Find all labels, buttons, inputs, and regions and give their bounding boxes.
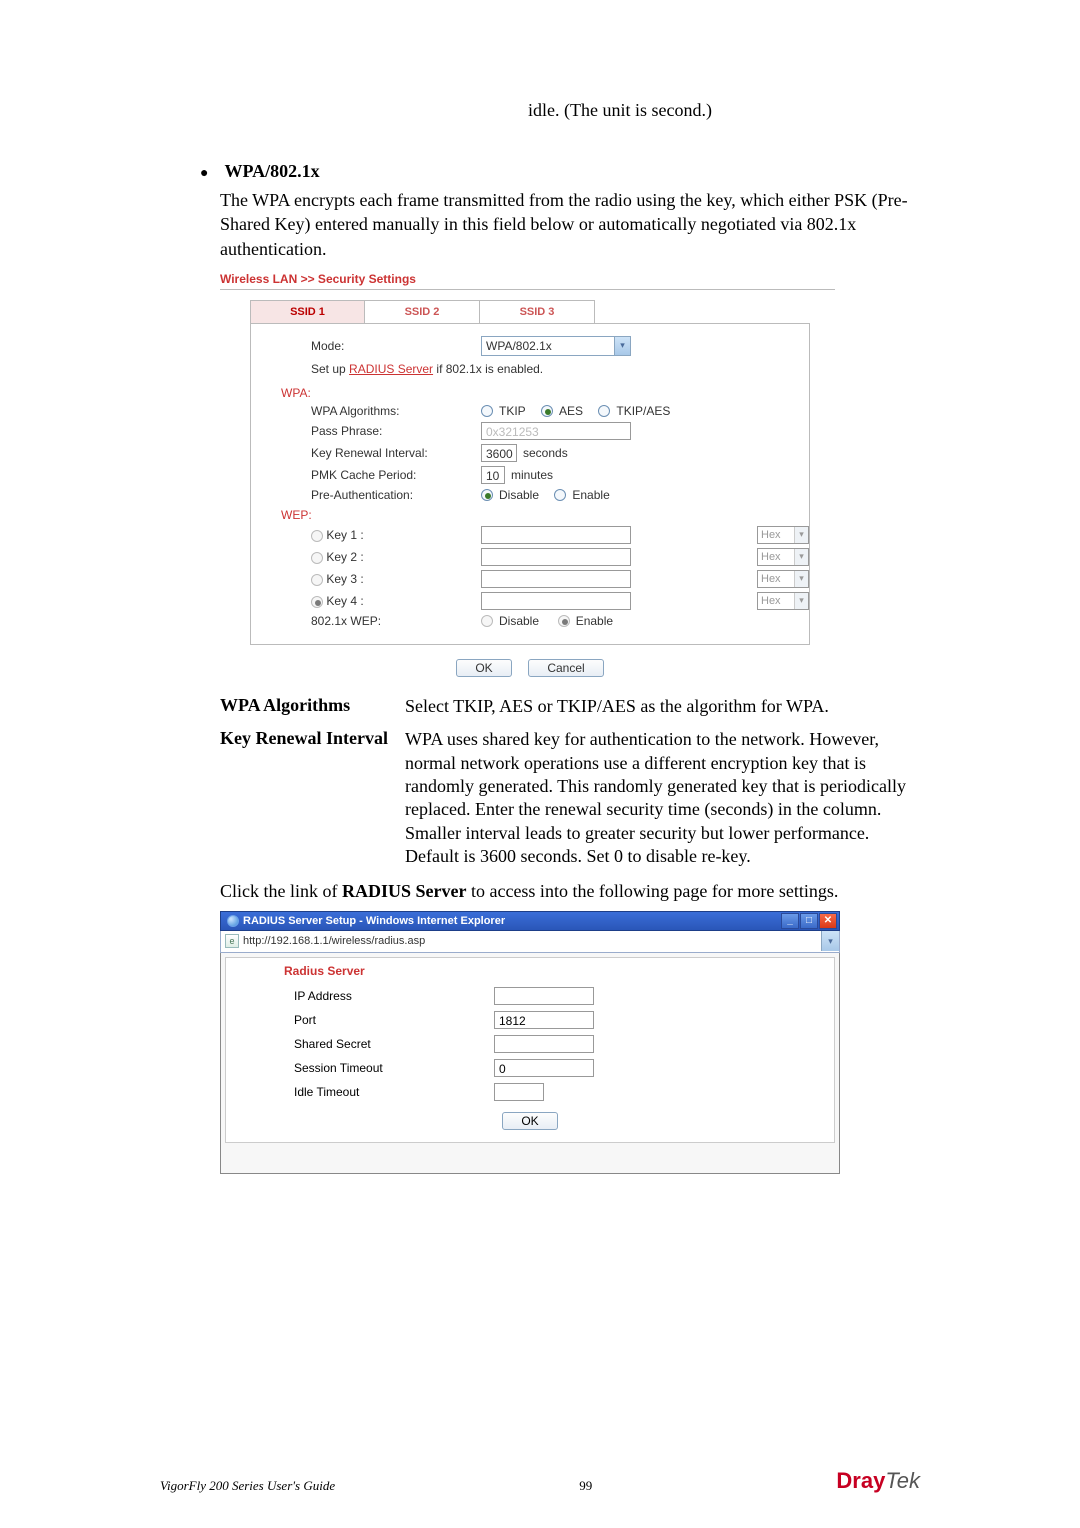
draytek-logo: DrayTek [836,1468,920,1494]
def-term-wpaalg: WPA Algorithms [220,695,405,718]
security-settings-figure: Wireless LAN >> Security Settings SSID 1… [220,269,920,677]
ip-input[interactable] [494,987,594,1005]
wep-section-label: WEP: [251,504,809,524]
idle-note: idle. (The unit is second.) [320,100,920,121]
close-button[interactable]: ✕ [819,913,837,929]
opt-tkip: TKIP [499,404,526,418]
chevron-down-icon[interactable]: ▾ [821,931,839,951]
key3-label: Key 3 : [326,572,363,586]
chevron-down-icon: ▾ [614,337,630,355]
8021xwep-disable: Disable [499,614,539,628]
chevron-down-icon: ▾ [794,571,808,587]
chevron-down-icon: ▾ [794,549,808,565]
page-number: 99 [335,1478,836,1494]
session-input[interactable]: 0 [494,1059,594,1077]
def-desc-wpaalg: Select TKIP, AES or TKIP/AES as the algo… [405,695,920,718]
preauth-enable: Enable [572,488,609,502]
secret-input[interactable] [494,1035,594,1053]
maximize-button[interactable]: □ [800,913,818,929]
mode-value: WPA/802.1x [486,339,552,353]
preauth-label: Pre-Authentication: [311,488,481,502]
radio-tkip[interactable] [481,405,493,417]
passphrase-input[interactable]: 0x321253 [481,422,631,440]
radio-key2[interactable] [311,552,323,564]
chevron-down-icon: ▾ [794,593,808,609]
passphrase-label: Pass Phrase: [311,424,481,438]
renewal-label: Key Renewal Interval: [311,446,481,460]
radio-tkipaes[interactable] [598,405,610,417]
address-bar: e http://192.168.1.1/wireless/radius.asp… [220,931,840,953]
key2-input[interactable] [481,548,631,566]
bullet-icon: ● [200,166,208,182]
breadcrumb: Wireless LAN >> Security Settings [220,269,835,290]
section-heading: WPA/802.1x [224,161,319,182]
radius-header: Radius Server [284,964,826,978]
tab-ssid1[interactable]: SSID 1 [250,300,365,323]
radius-server-bold: RADIUS Server [342,881,466,901]
renewal-unit: seconds [523,446,568,460]
key4-label: Key 4 : [326,594,363,608]
chevron-down-icon: ▾ [794,527,808,543]
def-desc-renewal: WPA uses shared key for authentication t… [405,728,920,868]
tab-ssid3[interactable]: SSID 3 [480,300,595,323]
radius-setup-hint: Set up RADIUS Server if 802.1x is enable… [251,358,809,382]
key1-input[interactable] [481,526,631,544]
radius-intro: Click the link of RADIUS Server to acces… [220,879,920,903]
guide-name: VigorFly 200 Series User's Guide [160,1478,335,1494]
key1-label: Key 1 : [326,528,363,542]
key1-format[interactable]: Hex▾ [757,526,809,544]
page-footer: VigorFly 200 Series User's Guide 99 Dray… [160,1468,920,1494]
radio-key1[interactable] [311,530,323,542]
radio-8021xwep-enable[interactable] [558,615,570,627]
radio-preauth-disable[interactable] [481,489,493,501]
pmk-input[interactable]: 10 [481,466,505,484]
radio-aes[interactable] [541,405,553,417]
pmk-unit: minutes [511,468,553,482]
mode-label: Mode: [311,339,481,353]
wpa-alg-label: WPA Algorithms: [311,404,481,418]
window-title: RADIUS Server Setup - Windows Internet E… [243,915,505,927]
mode-select[interactable]: WPA/802.1x ▾ [481,336,631,356]
port-input[interactable]: 1812 [494,1011,594,1029]
radio-key4[interactable] [311,596,323,608]
wpa-section-label: WPA: [251,382,809,402]
idle-input[interactable] [494,1083,544,1101]
ie-icon [227,915,239,927]
key2-format[interactable]: Hex▾ [757,548,809,566]
minimize-button[interactable]: _ [781,913,799,929]
renewal-input[interactable]: 3600 [481,444,517,462]
window-titlebar: RADIUS Server Setup - Windows Internet E… [220,911,840,931]
ssid-tabs: SSID 1 SSID 2 SSID 3 [250,300,810,323]
ip-label: IP Address [294,989,494,1003]
radio-key3[interactable] [311,574,323,586]
secret-label: Shared Secret [294,1037,494,1051]
pmk-label: PMK Cache Period: [311,468,481,482]
section-intro: The WPA encrypts each frame transmitted … [220,188,920,261]
def-term-renewal: Key Renewal Interval [220,728,405,868]
radio-preauth-enable[interactable] [554,489,566,501]
tab-ssid2[interactable]: SSID 2 [365,300,480,323]
8021xwep-label: 802.1x WEP: [311,614,481,628]
port-label: Port [294,1013,494,1027]
idle-label: Idle Timeout [294,1085,494,1099]
cancel-button[interactable]: Cancel [528,659,603,677]
ok-button[interactable]: OK [456,659,511,677]
key3-format[interactable]: Hex▾ [757,570,809,588]
key4-format[interactable]: Hex▾ [757,592,809,610]
8021xwep-enable: Enable [576,614,613,628]
radius-window-figure: RADIUS Server Setup - Windows Internet E… [220,911,840,1174]
key3-input[interactable] [481,570,631,588]
opt-tkipaes: TKIP/AES [616,404,670,418]
page-icon: e [225,934,239,948]
url-text[interactable]: http://192.168.1.1/wireless/radius.asp [243,935,817,947]
radio-8021xwep-disable[interactable] [481,615,493,627]
opt-aes: AES [559,404,583,418]
radius-ok-button[interactable]: OK [502,1112,557,1130]
session-label: Session Timeout [294,1061,494,1075]
key4-input[interactable] [481,592,631,610]
radius-server-link[interactable]: RADIUS Server [349,362,433,376]
preauth-disable: Disable [499,488,539,502]
definition-list: WPA Algorithms Select TKIP, AES or TKIP/… [220,695,920,869]
key2-label: Key 2 : [326,550,363,564]
